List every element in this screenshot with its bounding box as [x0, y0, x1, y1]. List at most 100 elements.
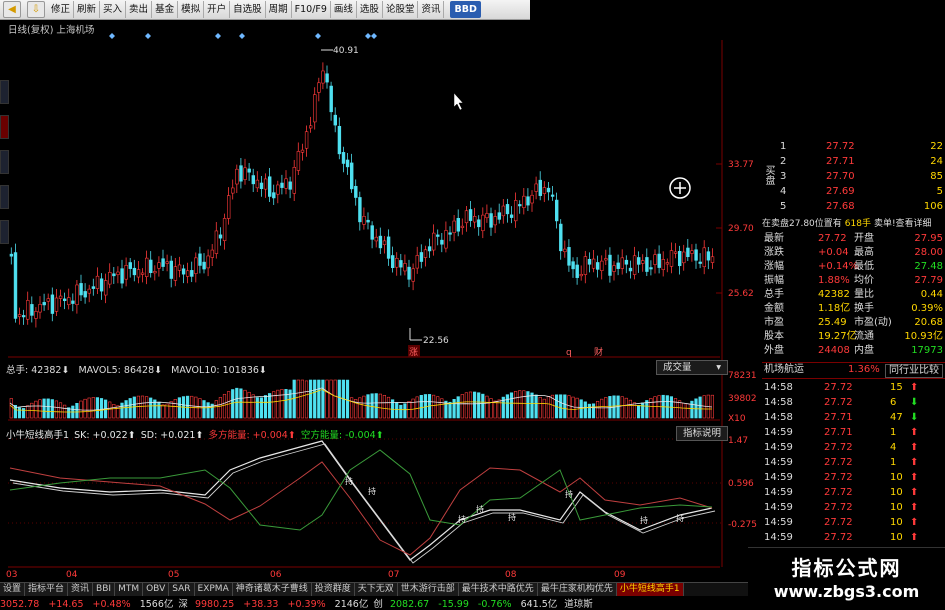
- candle-body: [390, 255, 395, 268]
- indicator-tab[interactable]: BBI: [93, 583, 116, 596]
- candle-body: [272, 192, 276, 199]
- volume-bar: [485, 395, 489, 419]
- indicator-tab[interactable]: 资讯: [68, 583, 94, 596]
- indicator-tab[interactable]: EXPMA: [194, 583, 233, 596]
- bid-level-row[interactable]: 1 27.72 22: [780, 140, 945, 154]
- date-axis: 03 04 05 06 07 08 09: [6, 570, 626, 580]
- chart-canvas[interactable]: 持持持持持持持持 33.77 29.70 25.62 40.91 22.56 涨…: [0, 0, 760, 582]
- volume-bar: [395, 402, 399, 419]
- volume-bar: [472, 391, 477, 419]
- volume-axis-label: 39802: [728, 394, 757, 404]
- indicator-axis-label: 0.596: [728, 479, 754, 489]
- indicator-tab[interactable]: MTM: [115, 583, 144, 596]
- candle-body: [214, 230, 219, 254]
- up-arrow-icon: ⬆: [910, 442, 919, 453]
- candle-body: [124, 265, 128, 280]
- volume-bar: [87, 397, 91, 419]
- tick-time: 14:59: [764, 487, 793, 498]
- zoom-crosshair-icon[interactable]: [669, 177, 691, 199]
- diamond-icon[interactable]: [215, 33, 221, 39]
- indicator-tab[interactable]: 世木游行击部: [397, 583, 459, 596]
- candle-body: [202, 261, 206, 270]
- diamond-icon[interactable]: [315, 33, 321, 39]
- bid-level-row[interactable]: 2 27.71 24: [780, 155, 945, 169]
- notice-link[interactable]: 卖单!查看详细: [874, 219, 932, 229]
- volume-bar: [546, 396, 550, 419]
- level-number: 5: [780, 201, 787, 212]
- indicator-sd: SD: +0.021: [140, 430, 196, 441]
- candle-body: [653, 254, 657, 265]
- volume-bar: [636, 405, 641, 419]
- bid-level-row[interactable]: 4 27.69 5: [780, 185, 945, 199]
- volume-bar: [308, 379, 313, 419]
- diamond-icon[interactable]: [109, 33, 115, 39]
- candle-body: [112, 273, 116, 277]
- volume-bar: [42, 398, 46, 419]
- candle-body: [206, 255, 210, 269]
- indicator-tab[interactable]: OBV: [143, 583, 170, 596]
- indicator-tab[interactable]: 指标平台: [25, 583, 69, 596]
- volume-bar: [702, 395, 706, 419]
- indicator-tab[interactable]: 最牛庄家机构优先: [537, 583, 617, 596]
- diamond-icon[interactable]: [371, 33, 377, 39]
- notice-volume: 618手: [844, 219, 871, 229]
- candle-body: [173, 266, 178, 281]
- volume-bar: [124, 400, 128, 419]
- indicator-axis-label: 1.47: [728, 436, 748, 446]
- tick-volume: 10: [890, 472, 903, 483]
- tick-time: 14:59: [764, 517, 793, 528]
- candle-body: [218, 234, 223, 239]
- event-mark[interactable]: q: [566, 348, 572, 358]
- price-axis: 33.77 29.70 25.62: [728, 160, 754, 299]
- industry-compare-button[interactable]: 同行业比较: [885, 364, 943, 378]
- volume-bar: [17, 407, 22, 419]
- candle-body: [300, 149, 305, 153]
- candle-body: [620, 257, 625, 269]
- indicator-header: 小牛短线高手1 SK: +0.022⬆ SD: +0.021⬆ 多方能量: +0…: [6, 427, 384, 441]
- volume-selector-button[interactable]: 成交量 ▾: [656, 360, 728, 375]
- indicator-help-button[interactable]: 指标说明: [676, 426, 729, 441]
- candle-body: [554, 199, 559, 222]
- candle-body: [333, 114, 337, 126]
- candle-body: [698, 261, 702, 264]
- tick-price: 27.72: [824, 457, 853, 468]
- diamond-icon[interactable]: [365, 33, 371, 39]
- diamond-icon[interactable]: [145, 33, 151, 39]
- up-arrow-icon: ⬆: [910, 532, 919, 543]
- volume-bar: [263, 395, 268, 419]
- volume-bar: [202, 400, 206, 419]
- volume-bar: [99, 398, 104, 419]
- event-mark[interactable]: 财: [594, 346, 603, 358]
- price-axis-label: 25.62: [728, 289, 754, 299]
- quote-stat-row: 市盈 25.49 市盈(动) 20.68: [762, 316, 945, 330]
- indicator-tab[interactable]: 投资群度: [311, 583, 355, 596]
- indicator-tab[interactable]: 设置: [0, 583, 26, 596]
- candle-body: [427, 246, 432, 252]
- up-arrow-icon: ⬆: [910, 502, 919, 513]
- sector-row[interactable]: 机场航运 1.36% 同行业比较: [762, 362, 945, 379]
- candle-body: [542, 187, 547, 194]
- bid-level-row[interactable]: 3 27.70 85: [780, 170, 945, 184]
- big-order-notice[interactable]: 在卖盘27.80位置有 618手 卖单!查看详细: [762, 217, 945, 231]
- indicator-tab[interactable]: 最牛技术中路优先: [458, 583, 538, 596]
- candle-body: [518, 204, 522, 207]
- watermark-title: 指标公式网: [791, 556, 902, 580]
- volume-bar: [161, 404, 165, 419]
- volume-bar: [587, 403, 591, 419]
- candle-body: [407, 266, 411, 280]
- bid-level-row[interactable]: 5 27.68 106: [780, 200, 945, 214]
- diamond-icon[interactable]: [239, 33, 245, 39]
- tick-time: 14:59: [764, 442, 793, 453]
- volume-bar: [34, 400, 38, 419]
- candle-body: [526, 196, 530, 206]
- indicator-tab[interactable]: 天下无双: [354, 583, 398, 596]
- indicator-tab[interactable]: SAR: [169, 583, 195, 596]
- candle-body: [591, 258, 596, 269]
- indicator-tab[interactable]: 小牛短线高手1: [616, 583, 684, 596]
- up-arrow-icon: ⬆: [910, 427, 919, 438]
- sector-name[interactable]: 机场航运: [764, 363, 804, 377]
- event-mark[interactable]: 涨: [409, 347, 418, 358]
- indicator-tab[interactable]: 神奇诸葛木子曹线: [232, 583, 312, 596]
- dow-jones-label[interactable]: 道琼斯: [564, 599, 593, 610]
- candle-body: [337, 126, 342, 155]
